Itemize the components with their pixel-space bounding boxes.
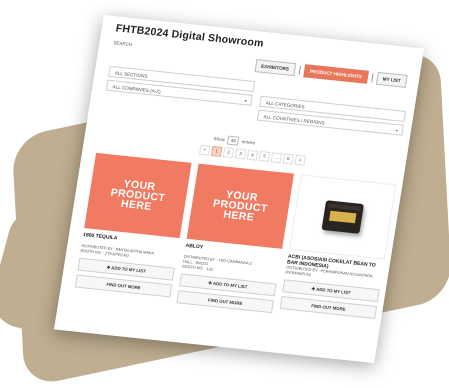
product-placeholder-image[interactable]: YOUR PRODUCT HERE (84, 152, 192, 239)
page-button[interactable]: 8 (282, 153, 294, 165)
nav-separator (371, 73, 374, 83)
product-card: YOUR PRODUCT HERE ABLOY DISTRIBUTED BY : Y… (176, 163, 295, 314)
placeholder-text: YOUR PRODUCT HERE (212, 188, 269, 224)
product-grid: YOUR PRODUCT HERE 1800 TEQUILA DISTRIBUTED… (74, 152, 397, 323)
page-title: FHTB2024 Digital Showroom (114, 22, 265, 50)
placeholder-text: YOUR PRODUCT HERE (109, 177, 167, 213)
chevron-down-icon: ▾ (244, 98, 248, 104)
page-button[interactable]: 4 (246, 149, 259, 161)
entries-control: Show 48 entries (213, 134, 256, 147)
page-button[interactable]: 5 (258, 151, 271, 162)
page-button[interactable]: ... (270, 152, 283, 164)
companies-select-value: ALL COMPANIES (A-Z) (112, 84, 162, 95)
product-placeholder-image[interactable]: YOUR PRODUCT HERE (186, 163, 295, 249)
page-button[interactable]: > (294, 154, 306, 166)
sections-select-value: ALL SECTIONS (114, 70, 148, 79)
product-highlights-button[interactable]: PRODUCT HIGHLIGHTS (302, 64, 369, 84)
page-button[interactable]: 2 (222, 147, 235, 159)
nav-separator (298, 65, 301, 75)
entries-label: entries (241, 139, 256, 146)
show-label: Show (213, 136, 226, 143)
entries-select[interactable]: 48 (227, 135, 240, 146)
countries-select-value: ALL COUNTRIES / REGIONS (263, 114, 326, 126)
my-list-button[interactable]: MY LIST (375, 71, 408, 88)
top-nav: EXHIBITORS PRODUCT HIGHLIGHTS MY LIST (254, 59, 408, 88)
page-button[interactable]: 3 (234, 148, 247, 160)
chevron-down-icon: ▾ (395, 128, 399, 134)
search-label[interactable]: SEARCH (113, 40, 132, 47)
product-card: YOUR PRODUCT HERE 1800 TEQUILA DISTRIBUTED… (74, 152, 192, 302)
page-button[interactable]: 1 (210, 145, 223, 157)
chocolate-box-icon (321, 200, 364, 234)
showroom-window: FHTB2024 Digital Showroom SEARCH EXHIBIT… (53, 14, 425, 364)
exhibitors-button[interactable]: EXHIBITORS (254, 59, 296, 77)
pagination: <1 2 3 4 5... 8 > (198, 144, 306, 166)
categories-select-value: ALL CATEGORIES (265, 100, 306, 110)
page-button[interactable]: < (198, 144, 211, 156)
product-image[interactable] (289, 174, 397, 260)
product-card: ACBI (ASOSIASI COKELAT BEAN TO BAR INDON… (279, 174, 397, 323)
